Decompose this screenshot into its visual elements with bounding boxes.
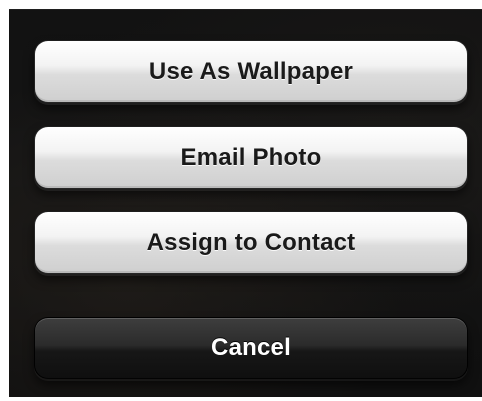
cancel-label: Cancel [211, 334, 291, 361]
use-as-wallpaper-label: Use As Wallpaper [148, 57, 354, 85]
action-sheet: Use As Wallpaper Email Photo Assign to C… [9, 9, 482, 397]
use-as-wallpaper-button[interactable]: Use As Wallpaper [34, 40, 468, 103]
assign-to-contact-button[interactable]: Assign to Contact [34, 211, 468, 274]
cancel-button[interactable]: Cancel [34, 317, 468, 379]
email-photo-label: Email Photo [180, 143, 322, 171]
email-photo-button[interactable]: Email Photo [34, 126, 468, 189]
assign-to-contact-label: Assign to Contact [146, 228, 356, 256]
